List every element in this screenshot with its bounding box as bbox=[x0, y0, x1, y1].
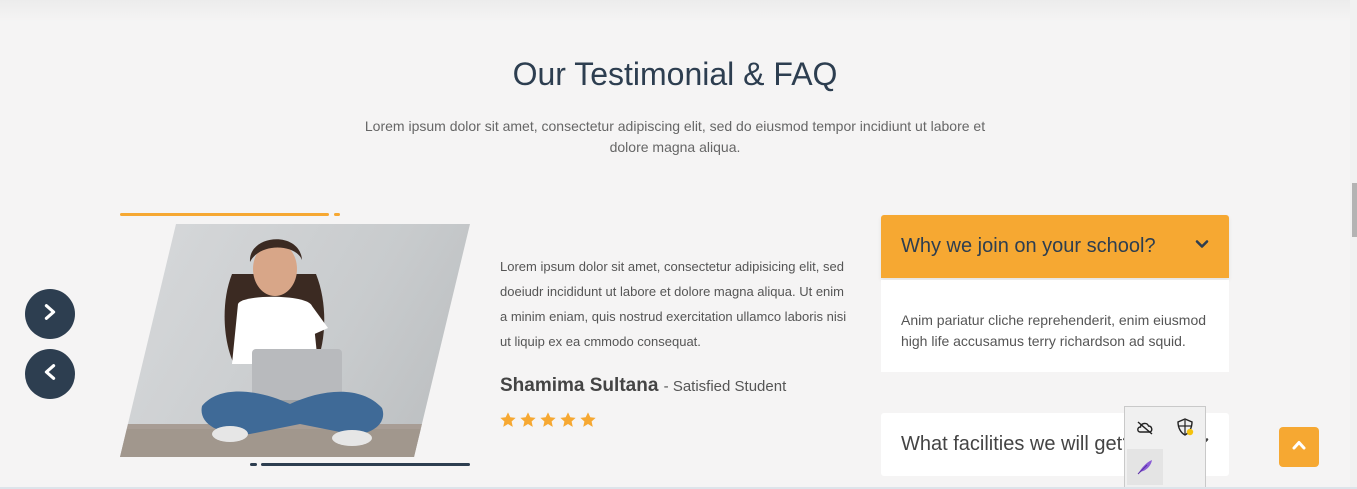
shield-warning-icon[interactable] bbox=[1167, 409, 1203, 445]
faq-question-1: Why we join on your school? bbox=[901, 235, 1156, 257]
star-icon bbox=[579, 411, 597, 434]
star-icon bbox=[499, 411, 517, 434]
page-scrollbar[interactable] bbox=[1350, 0, 1357, 489]
slider-next-button[interactable] bbox=[25, 289, 75, 339]
decor-bar-bottom bbox=[261, 463, 470, 466]
header-shadow bbox=[0, 0, 1350, 22]
system-tray-popup bbox=[1124, 406, 1206, 489]
faq-answer-1: Anim pariatur cliche reprehenderit, enim… bbox=[881, 280, 1229, 372]
decor-bar-top bbox=[120, 213, 329, 216]
testimonial-author: Shamima Sultana - Satisfied Student bbox=[500, 375, 786, 397]
feather-icon[interactable] bbox=[1127, 449, 1163, 485]
rating-stars bbox=[499, 411, 597, 434]
decor-bar-bottom-dot bbox=[250, 463, 257, 466]
chevron-right-icon bbox=[41, 303, 59, 326]
chevron-down-icon bbox=[1195, 237, 1209, 256]
chevron-left-icon bbox=[41, 363, 59, 386]
testimonial-quote: Lorem ipsum dolor sit amet, consectetur … bbox=[500, 259, 847, 349]
star-icon bbox=[559, 411, 577, 434]
faq-item-1-header[interactable]: Why we join on your school? bbox=[881, 215, 1229, 278]
cloud-off-icon[interactable] bbox=[1127, 409, 1163, 445]
scrollbar-thumb[interactable] bbox=[1352, 183, 1357, 237]
decor-bar-top-dot bbox=[334, 213, 340, 216]
section-subtitle: Lorem ipsum dolor sit amet, consectetur … bbox=[364, 118, 986, 155]
author-name: Shamima Sultana bbox=[500, 375, 659, 396]
scroll-to-top-button[interactable] bbox=[1279, 427, 1319, 467]
chevron-up-icon bbox=[1291, 437, 1307, 458]
author-role: - Satisfied Student bbox=[663, 378, 787, 395]
star-icon bbox=[519, 411, 537, 434]
slider-prev-button[interactable] bbox=[25, 349, 75, 399]
testimonial-photo bbox=[120, 224, 470, 457]
section-title: Our Testimonial & FAQ bbox=[512, 56, 838, 92]
star-icon bbox=[539, 411, 557, 434]
